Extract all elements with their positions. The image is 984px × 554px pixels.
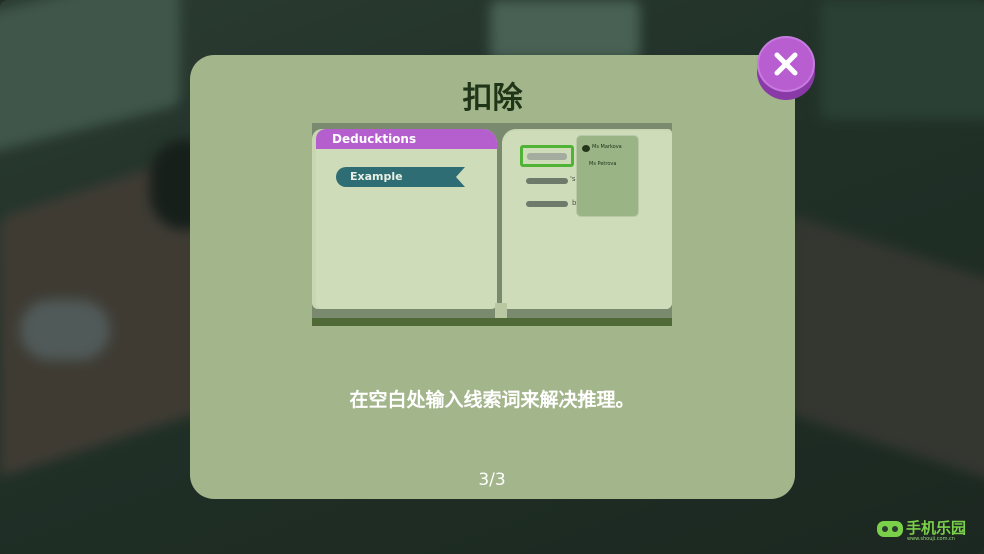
close-icon: [774, 52, 798, 76]
page-indicator: 3/3: [478, 470, 506, 490]
watermark-logo: 手机乐园 www.shouji.com.cn: [876, 515, 976, 545]
dialog-title: 扣除: [462, 81, 523, 116]
popup-name: Ms Petrova: [589, 161, 617, 167]
popup-name: Ms Markova: [592, 144, 622, 150]
highlighted-blank-slot: [520, 145, 574, 167]
book-header: Deducktions: [316, 129, 497, 149]
book-left-page: Deducktions: [312, 129, 497, 309]
instruction-text: 在空白处输入线索词来解决推理。: [349, 389, 635, 411]
tutorial-preview-image: Deducktions Example 's b Ms Markova Ms P…: [312, 123, 672, 326]
blank-slot: [526, 201, 568, 207]
close-button[interactable]: [757, 36, 815, 100]
example-ribbon: Example: [336, 167, 465, 187]
blank-slot: [526, 178, 568, 184]
selected-dot-icon: [582, 145, 590, 152]
gamepad-icon: [877, 521, 903, 537]
suggestion-popup: Ms Markova Ms Petrova: [576, 135, 639, 217]
